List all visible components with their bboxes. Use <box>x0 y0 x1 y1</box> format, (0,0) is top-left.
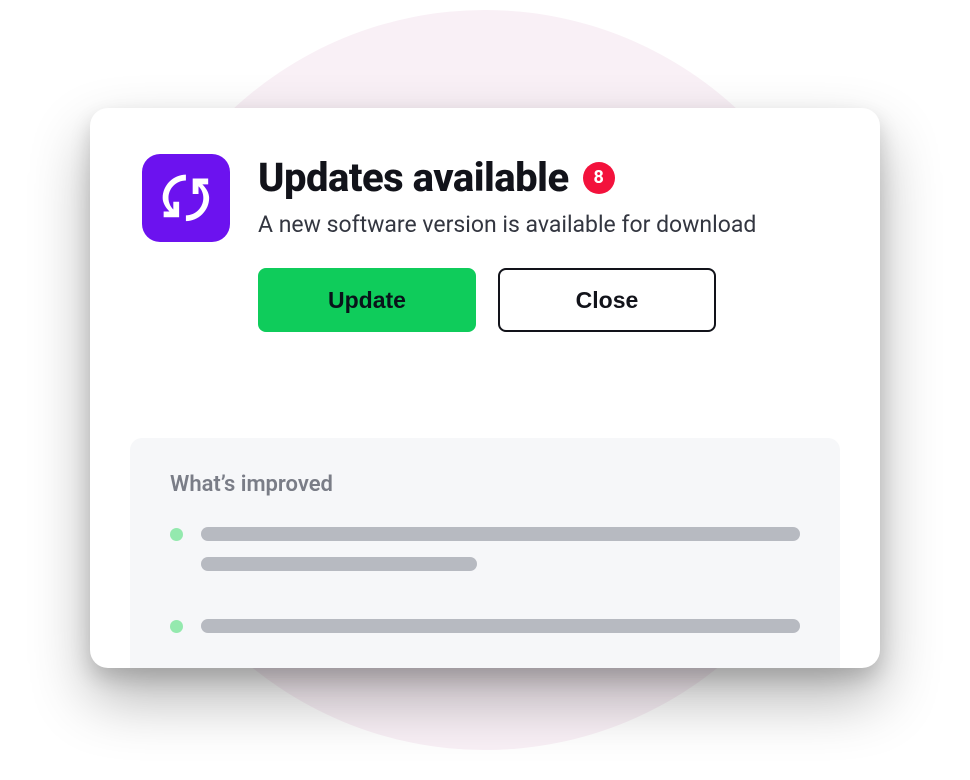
close-button[interactable]: Close <box>498 268 716 332</box>
placeholder-line <box>201 527 800 541</box>
placeholder-lines <box>201 527 800 587</box>
update-button[interactable]: Update <box>258 268 476 332</box>
changelog-item <box>170 619 800 649</box>
dialog-title: Updates available <box>258 154 569 201</box>
title-row: Updates available 8 <box>258 154 828 201</box>
placeholder-line <box>201 619 800 633</box>
sync-icon <box>142 154 230 242</box>
dialog-header: Updates available 8 A new software versi… <box>90 108 880 332</box>
placeholder-line <box>201 557 477 571</box>
dialog-subtitle: A new software version is available for … <box>258 211 828 238</box>
changelog-item <box>170 527 800 587</box>
header-text: Updates available 8 A new software versi… <box>258 154 828 332</box>
update-dialog: Updates available 8 A new software versi… <box>90 108 880 668</box>
placeholder-lines <box>201 619 800 649</box>
button-row: Update Close <box>258 268 828 332</box>
improved-heading: What’s improved <box>170 472 800 497</box>
update-count-badge: 8 <box>583 162 615 194</box>
whats-improved-panel: What’s improved <box>130 438 840 668</box>
bullet-icon <box>170 528 183 541</box>
bullet-icon <box>170 620 183 633</box>
